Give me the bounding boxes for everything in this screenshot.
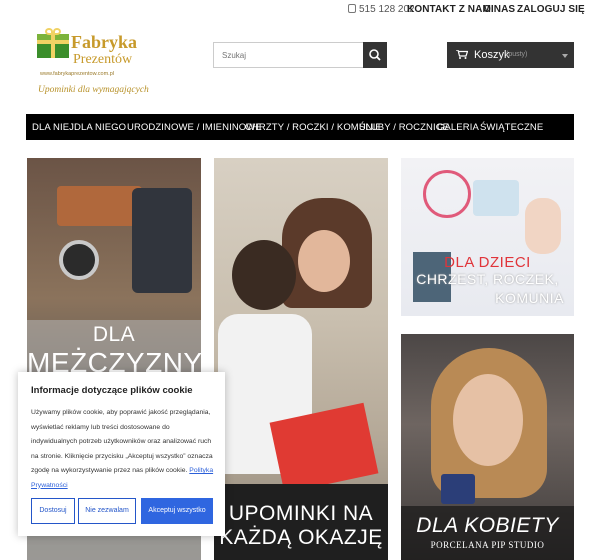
contact-link[interactable]: KONTAKT Z NAMI bbox=[407, 4, 494, 15]
cart-button[interactable]: Koszyk (pusty) bbox=[447, 42, 574, 68]
baby-image bbox=[525, 198, 561, 254]
main-nav: DLA NIEJ DLA NIEGO URODZINOWE / IMIENINO… bbox=[26, 114, 574, 140]
cookie-title: Informacje dotyczące plików cookie bbox=[31, 385, 193, 396]
phone-icon bbox=[348, 4, 356, 13]
nav-item-dla-niego[interactable]: DLA NIEGO bbox=[74, 122, 126, 133]
site-logo[interactable]: Fabryka Prezentów www.fabrykaprezentow.c… bbox=[35, 22, 149, 100]
tile-women-line2: PORCELANA PIP STUDIO bbox=[430, 540, 545, 550]
tile-women-line1: DLA KOBIETY bbox=[416, 514, 559, 537]
about-link[interactable]: O NAS bbox=[483, 4, 515, 15]
logo-name-line2: Prezentów bbox=[73, 52, 133, 67]
tile-occasion-line2: KAŻDĄ OKAZJĘ bbox=[219, 526, 383, 549]
cart-label: Koszyk bbox=[474, 49, 510, 61]
nav-item-sluby[interactable]: ŚLUBY / ROCZNICE bbox=[359, 122, 449, 133]
ferris-wheel-image bbox=[423, 170, 471, 218]
cookie-text: Używamy plików cookie, aby poprawić jako… bbox=[31, 409, 214, 489]
belt-image bbox=[132, 188, 192, 293]
nav-item-urodzinowe[interactable]: URODZINOWE / IMIENINOWE bbox=[127, 122, 262, 133]
man-head-image bbox=[232, 240, 296, 310]
watch-image bbox=[59, 240, 99, 280]
nav-item-swiateczne[interactable]: ŚWIĄTECZNE bbox=[480, 122, 543, 133]
logo-name-line1: Fabryka bbox=[71, 32, 138, 52]
search-input[interactable] bbox=[214, 43, 364, 67]
woman-face-image bbox=[298, 230, 350, 292]
chevron-down-icon bbox=[562, 54, 568, 58]
login-link[interactable]: ZALOGUJ SIĘ bbox=[517, 4, 585, 15]
search-box bbox=[213, 42, 387, 68]
tile-kids[interactable]: DLA DZIECI CHRZEST, ROCZEK, KOMUNIA bbox=[401, 158, 574, 316]
search-button[interactable] bbox=[363, 42, 387, 68]
phone-number[interactable]: 515 128 202 bbox=[348, 4, 415, 15]
search-icon bbox=[369, 49, 381, 61]
tile-kids-line3: KOMUNIA bbox=[495, 290, 564, 306]
woman-face-image bbox=[453, 374, 523, 466]
tile-kids-line2: CHRZEST, ROCZEK, bbox=[416, 271, 559, 287]
logo-url: www.fabrykaprezentow.com.pl bbox=[40, 71, 114, 77]
logo-tagline: Upominki dla wymagających bbox=[38, 85, 149, 95]
cart-icon bbox=[456, 50, 468, 59]
cup-image bbox=[441, 474, 475, 504]
tile-women[interactable]: DLA KOBIETY PORCELANA PIP STUDIO bbox=[401, 334, 574, 560]
top-bar: 515 128 202 KONTAKT Z NAMI O NAS ZALOGUJ… bbox=[0, 0, 600, 20]
accept-all-button[interactable]: Akceptuj wszystko bbox=[141, 498, 213, 524]
wallet-image bbox=[57, 186, 142, 226]
tile-occasion-line1: UPOMINKI NA bbox=[228, 502, 374, 525]
cookie-consent-dialog: Informacje dotyczące plików cookie Używa… bbox=[18, 372, 225, 536]
tile-men-line1: DLA bbox=[92, 323, 136, 346]
cradle-image bbox=[473, 180, 519, 216]
gift-box-icon bbox=[37, 28, 69, 58]
customize-button[interactable]: Dostosuj bbox=[31, 498, 75, 524]
tile-kids-line1: DLA DZIECI bbox=[444, 254, 531, 271]
tile-occasion[interactable]: UPOMINKI NA KAŻDĄ OKAZJĘ bbox=[214, 158, 388, 560]
reject-button[interactable]: Nie zezwalam bbox=[78, 498, 136, 524]
cart-status: (pusty) bbox=[506, 51, 528, 58]
nav-item-galeria[interactable]: GALERIA bbox=[437, 122, 479, 133]
nav-item-dla-niej[interactable]: DLA NIEJ bbox=[32, 122, 74, 133]
